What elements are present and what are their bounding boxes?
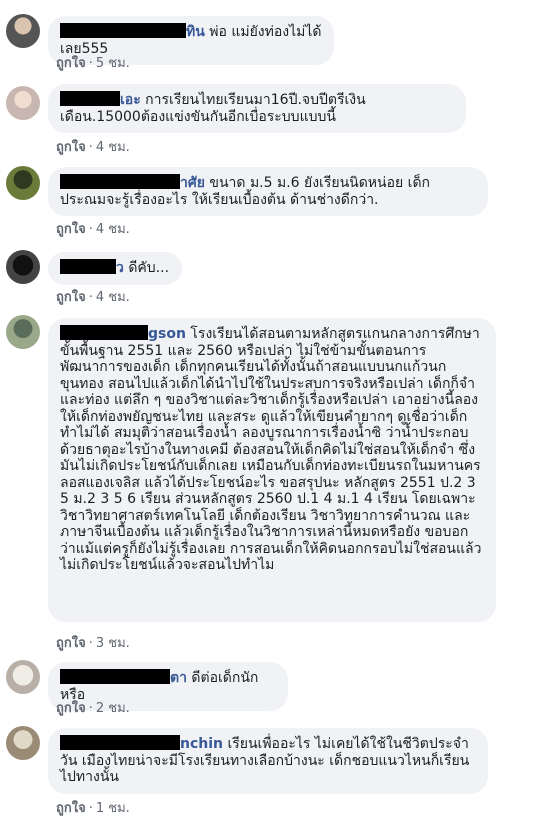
- redaction-bar: [60, 91, 120, 106]
- commenter-name-text[interactable]: ตา: [170, 670, 187, 686]
- like-button[interactable]: ถูกใจ: [56, 701, 86, 716]
- commenter-name-text[interactable]: ว: [116, 260, 124, 276]
- commenter-name[interactable]: gson: [60, 325, 186, 342]
- comment-meta: ถูกใจ · 1 ชม.: [56, 801, 130, 816]
- comment-meta: ถูกใจ · 4 ชม.: [56, 222, 130, 237]
- comment-bubble: ว ดีคับ...: [48, 252, 182, 285]
- redaction-bar: [60, 325, 148, 340]
- redaction-bar: [60, 174, 180, 189]
- comment-bubble: าศัย ขนาด ม.5 ม.6 ยังเรียนนิดหน่อย เด็ก …: [48, 167, 488, 216]
- comment-meta: ถูกใจ · 4 ชม.: [56, 140, 130, 155]
- like-button[interactable]: ถูกใจ: [56, 290, 86, 305]
- commenter-name-text[interactable]: ทิน: [186, 24, 205, 40]
- commenter-name[interactable]: ว: [60, 259, 124, 276]
- avatar[interactable]: [6, 315, 40, 349]
- avatar[interactable]: [6, 86, 40, 120]
- comment-bubble: gson โรงเรียนได้สอนตามหลักสูตรแกนกลางการ…: [48, 318, 496, 622]
- comment-bubble: nchin เรียนเพื่ออะไร ไม่เคยได้ใช้ในชีวิต…: [48, 728, 488, 794]
- timestamp[interactable]: 4 ชม.: [96, 140, 130, 155]
- timestamp[interactable]: 5 ชม.: [96, 56, 130, 71]
- timestamp[interactable]: 3 ชม.: [96, 636, 130, 651]
- redaction-bar: [60, 669, 170, 684]
- timestamp[interactable]: 1 ชม.: [96, 801, 130, 816]
- commenter-name-text[interactable]: าศัย: [180, 175, 205, 191]
- like-button[interactable]: ถูกใจ: [56, 222, 86, 237]
- commenter-name-text[interactable]: nchin: [180, 736, 223, 752]
- timestamp[interactable]: 4 ชม.: [96, 222, 130, 237]
- avatar[interactable]: [6, 14, 40, 48]
- commenter-name-text[interactable]: gson: [148, 326, 186, 342]
- avatar[interactable]: [6, 250, 40, 284]
- timestamp[interactable]: 4 ชม.: [96, 290, 130, 305]
- avatar[interactable]: [6, 726, 40, 760]
- commenter-name[interactable]: าศัย: [60, 174, 205, 191]
- timestamp[interactable]: 2 ชม.: [96, 701, 130, 716]
- commenter-name[interactable]: ทิน: [60, 23, 205, 40]
- avatar[interactable]: [6, 166, 40, 200]
- commenter-name[interactable]: nchin: [60, 735, 223, 752]
- comment-meta: ถูกใจ · 4 ชม.: [56, 290, 130, 305]
- redaction-bar: [60, 23, 186, 38]
- comment-meta: ถูกใจ · 5 ชม.: [56, 56, 130, 71]
- comment-meta: ถูกใจ · 3 ชม.: [56, 636, 130, 651]
- commenter-name[interactable]: ตา: [60, 669, 187, 686]
- redaction-bar: [60, 259, 116, 274]
- like-button[interactable]: ถูกใจ: [56, 636, 86, 651]
- commenter-name[interactable]: เอะ: [60, 91, 141, 108]
- like-button[interactable]: ถูกใจ: [56, 801, 86, 816]
- comment-text: ดีคับ...: [128, 260, 170, 276]
- comment-meta: ถูกใจ · 2 ชม.: [56, 701, 130, 716]
- like-button[interactable]: ถูกใจ: [56, 56, 86, 71]
- redaction-bar: [60, 735, 180, 750]
- comment-bubble: เอะ การเรียนไทยเรียนมา16ปี.จบปีตรีเงินเด…: [48, 84, 466, 133]
- commenter-name-text[interactable]: เอะ: [120, 92, 141, 108]
- like-button[interactable]: ถูกใจ: [56, 140, 86, 155]
- avatar[interactable]: [6, 660, 40, 694]
- comment-text: โรงเรียนได้สอนตามหลักสูตรแกนกลางการศึกษา…: [60, 326, 482, 573]
